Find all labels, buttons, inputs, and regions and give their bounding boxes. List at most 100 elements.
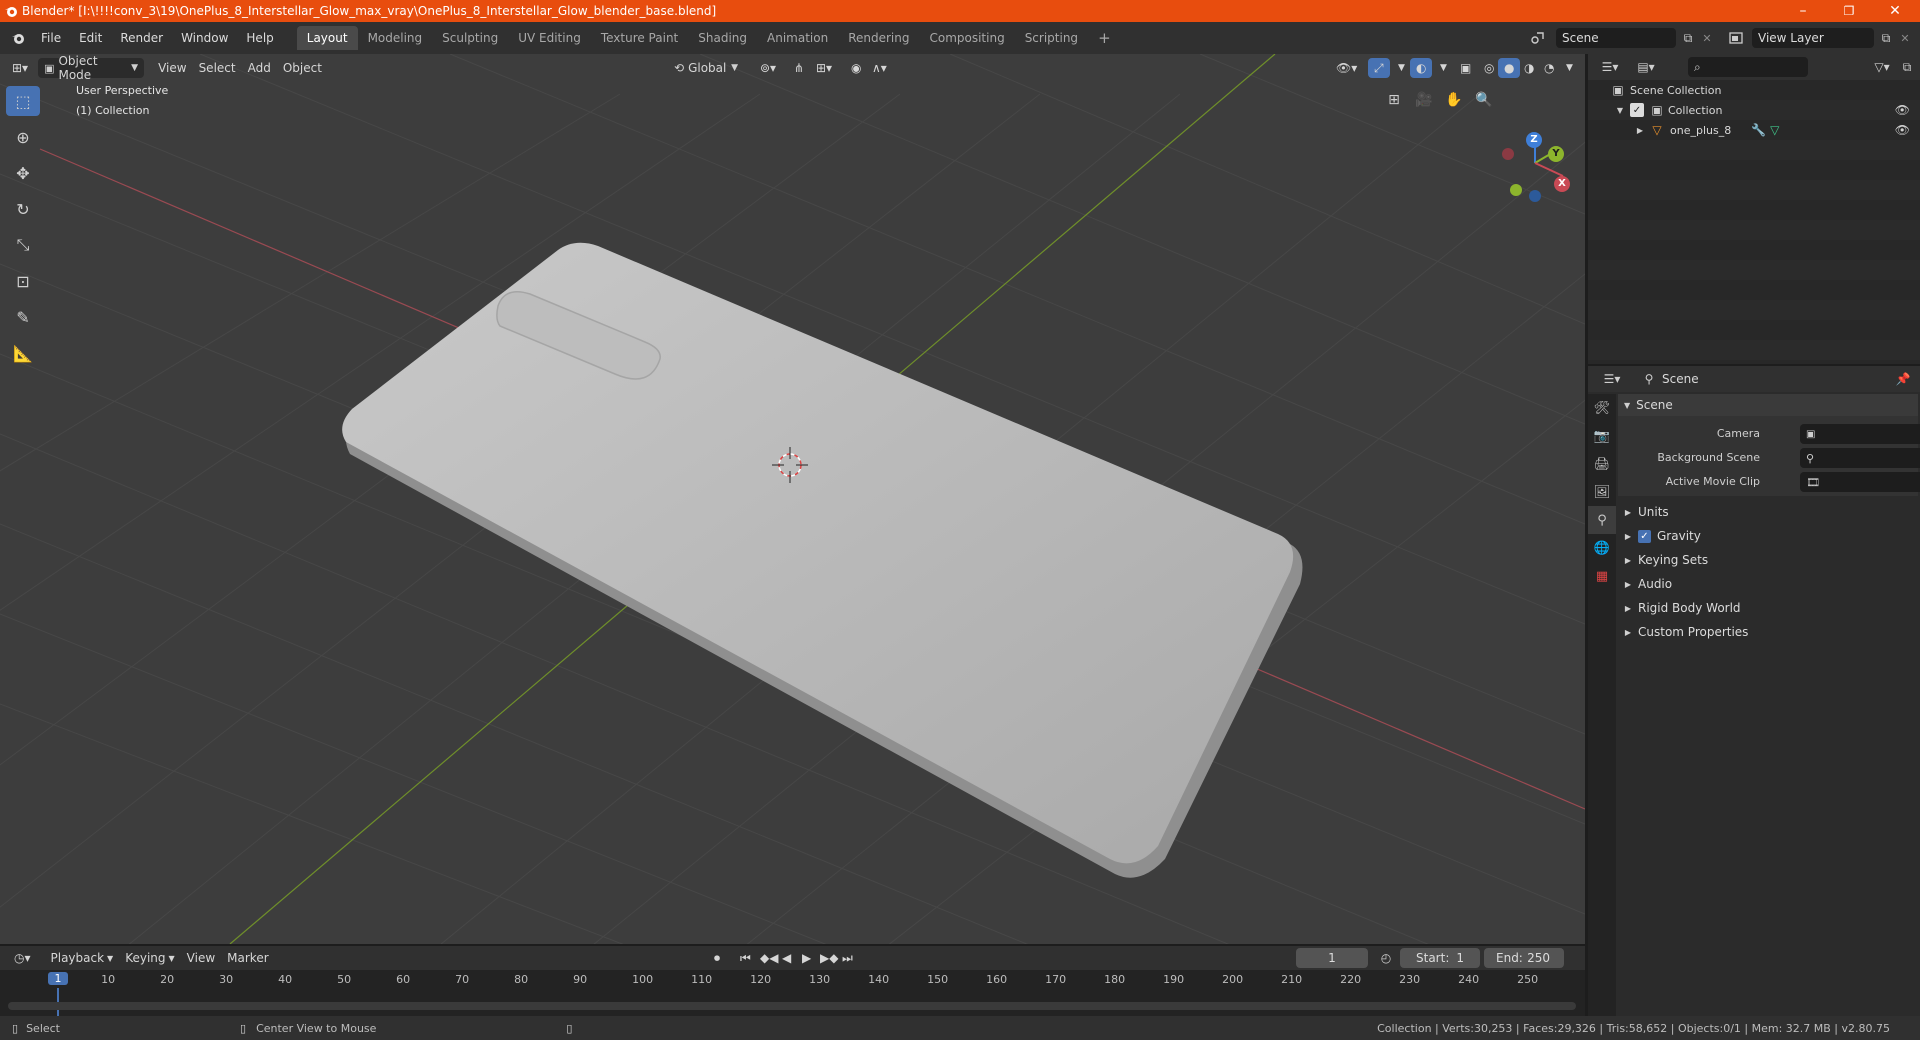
camera-view-icon[interactable]: 🎥 [1412,88,1436,112]
view-layer-selector[interactable]: View Layer [1752,28,1874,48]
scale-tool-icon[interactable]: ⤡ [6,230,40,260]
mesh-data-icon[interactable]: ▽ [1770,123,1779,137]
snap-target-icon[interactable]: ⊞▾ [810,58,838,78]
minimize-button[interactable]: – [1780,0,1826,22]
start-frame-field[interactable]: Start: 1 [1400,948,1480,968]
gizmo-toggle-icon[interactable]: ⤢ [1368,58,1390,78]
falloff-icon[interactable]: ∧▾ [866,58,893,78]
zoom-icon[interactable]: 🔍 [1472,88,1496,112]
gizmo-x-label[interactable]: X [1554,176,1570,192]
tab-modeling[interactable]: Modeling [358,26,433,50]
tab-compositing[interactable]: Compositing [919,26,1014,50]
panel-keying-sets[interactable]: ▶ Keying Sets [1622,548,1914,572]
mode-selector[interactable]: ▣ Object Mode ▼ [38,54,145,82]
display-mode-icon[interactable]: ☰▾ [1596,58,1624,76]
transform-tool-icon[interactable]: ⊡ [6,266,40,296]
gravity-checkbox[interactable]: ✓ [1638,529,1651,543]
menu-object[interactable]: Object [277,58,328,78]
tab-sculpting[interactable]: Sculpting [432,26,508,50]
tab-texture-paint[interactable]: Texture Paint [591,26,688,50]
select-box-icon[interactable]: ⬚ [6,86,40,116]
panel-gravity[interactable]: ▶ ✓ Gravity [1622,524,1914,548]
new-scene-icon[interactable]: ⧉ [1678,28,1698,48]
orientation-selector[interactable]: ⟲ Global ▼ [668,58,744,78]
rendered-shading-icon[interactable]: ◔ [1538,58,1560,78]
menu-playback[interactable]: Playback ▼ [45,948,120,968]
timeline-scrollbar[interactable] [8,1002,1576,1010]
visibility-icon[interactable]: 👁▾ [1330,58,1363,78]
view-layer-tab-icon[interactable]: 🖼 [1588,478,1616,506]
tab-layout[interactable]: Layout [296,26,358,50]
close-button[interactable]: ✕ [1872,0,1918,22]
panel-rigid-body-world[interactable]: ▶ Rigid Body World [1622,596,1914,620]
properties-editor-icon[interactable]: ☰▾ [1598,370,1626,388]
record-button[interactable]: ⏺ [708,948,726,968]
outliner-row-collection[interactable]: ▼ ✓ ▣ Collection 👁 [1588,100,1920,120]
current-frame-field[interactable]: 1 [1296,948,1368,968]
pin-icon[interactable]: 📌 [1894,370,1912,388]
grid-view-icon[interactable]: ⊞ [1382,88,1406,112]
eye-icon[interactable]: 👁 [1895,123,1910,137]
preview-range-clock-icon[interactable]: ◴ [1376,949,1396,967]
jump-end-button[interactable]: ⏭ [836,948,859,968]
active-movie-clip-field[interactable]: 🎞 [1800,472,1920,492]
scene-icon[interactable] [1526,28,1550,48]
3d-viewport[interactable]: ⊞▾ ▣ Object Mode ▼ View Select Add Objec… [0,54,1585,944]
measure-tool-icon[interactable]: 📐 [6,338,40,368]
gizmo-y-label[interactable]: Y [1548,146,1564,162]
panel-audio[interactable]: ▶ Audio [1622,572,1914,596]
output-tab-icon[interactable]: 🖨 [1588,450,1616,478]
gizmo-z-label[interactable]: Z [1526,132,1542,148]
play-reverse-button[interactable]: ◀ [776,948,797,968]
end-frame-field[interactable]: End: 250 [1484,948,1564,968]
add-workspace-button[interactable]: + [1088,26,1121,50]
menu-edit[interactable]: Edit [70,27,111,49]
remove-view-layer-icon[interactable]: ✕ [1896,28,1914,48]
rotate-tool-icon[interactable]: ↻ [6,194,40,224]
move-tool-icon[interactable]: ✥ [6,158,40,188]
tab-animation[interactable]: Animation [757,26,838,50]
outliner-row-scene-collection[interactable]: ▣ Scene Collection [1588,80,1920,100]
background-scene-field[interactable]: ⚲ [1800,448,1920,468]
texture-tab-icon[interactable]: ▦ [1588,562,1616,590]
menu-file[interactable]: File [32,27,70,49]
menu-view[interactable]: View [152,58,192,78]
eye-icon[interactable]: 👁 [1895,103,1910,117]
tool-tab-icon[interactable]: 🛠 [1588,394,1616,422]
remove-scene-icon[interactable]: ✕ [1698,28,1716,48]
checkbox-icon[interactable]: ✓ [1630,103,1644,117]
menu-keying[interactable]: Keying ▼ [119,948,180,968]
menu-help[interactable]: Help [237,27,282,49]
pan-hand-icon[interactable]: ✋ [1442,88,1466,112]
tab-scripting[interactable]: Scripting [1015,26,1088,50]
filter-view-icon[interactable]: ▤▾ [1632,58,1660,76]
pivot-icon[interactable]: ⊚▾ [754,58,782,78]
outliner-search-input[interactable]: ⌕ [1688,57,1808,77]
viewport-canvas[interactable] [0,54,1585,944]
shading-menu-icon[interactable]: ▼ [1560,58,1579,78]
camera-field[interactable]: ▣ 🖉 [1800,424,1920,444]
render-tab-icon[interactable]: 📷 [1588,422,1616,450]
timeline-editor-icon[interactable]: ◷▾ [8,948,37,968]
xray-icon[interactable]: ▣ [1454,58,1477,78]
timeline-ruler[interactable]: 1 10 20 30 40 50 60 70 80 90 100 110 120 130 140 150 160… [0,970,1585,1016]
proportional-edit-icon[interactable]: ◉ [845,58,867,78]
gizmo-menu-icon[interactable]: ▼ [1392,58,1411,78]
timeline-current-frame-marker[interactable]: 1 [48,972,68,985]
view-layer-icon[interactable] [1724,28,1748,48]
cursor-tool-icon[interactable]: ⊕ [6,122,40,152]
modifier-wrench-icon[interactable]: 🔧 [1751,123,1766,137]
menu-select[interactable]: Select [193,58,242,78]
filter-icon[interactable]: ▽▾ [1870,58,1894,76]
menu-add[interactable]: Add [242,58,277,78]
scene-tab-icon[interactable]: ⚲ [1588,506,1616,534]
maximize-button[interactable]: ❐ [1826,0,1872,22]
panel-custom-properties[interactable]: ▶ Custom Properties [1622,620,1914,644]
annotate-tool-icon[interactable]: ✎ [6,302,40,332]
menu-marker[interactable]: Marker [221,948,274,968]
outliner-row-object[interactable]: ▶ ▽ one_plus_8 🔧 ▽ 👁 [1588,120,1920,140]
overlay-toggle-icon[interactable]: ◐ [1410,58,1433,78]
world-tab-icon[interactable]: 🌐 [1588,534,1616,562]
blender-menu-icon[interactable] [4,27,32,49]
expand-arrow-icon[interactable]: ▼ [1614,106,1626,115]
